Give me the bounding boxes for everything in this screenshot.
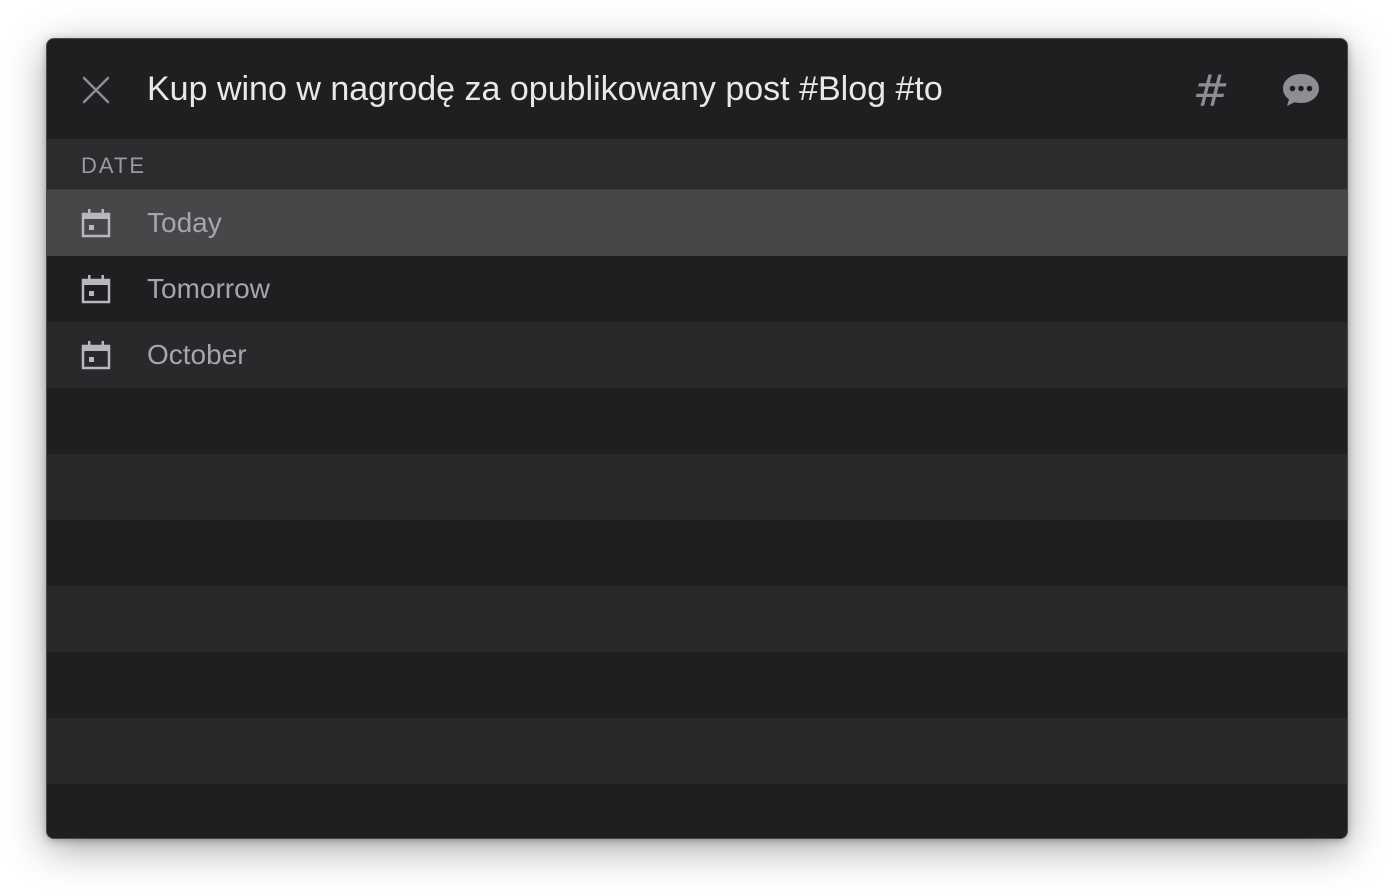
date-option-today[interactable]: Today [47,190,1347,256]
empty-row [47,388,1347,454]
task-header: # [47,39,1347,139]
calendar-icon [81,209,111,238]
quick-add-window: # DATE Today [46,38,1348,839]
close-button[interactable] [75,69,117,111]
empty-row [47,784,1347,838]
date-option-label: Tomorrow [147,273,270,304]
close-icon [82,76,110,104]
date-option-tomorrow[interactable]: Tomorrow [47,256,1347,322]
comment-button[interactable] [1277,69,1325,111]
task-input[interactable] [147,65,1147,113]
empty-row [47,520,1347,586]
calendar-icon [81,341,111,370]
date-option-label: Today [147,207,222,238]
empty-row [47,586,1347,652]
date-section-header: DATE [47,139,1347,190]
date-option-label: October [147,339,247,370]
empty-row [47,652,1347,718]
comment-bubble-icon [1283,74,1319,106]
hash-icon: # [1192,65,1230,117]
section-label: DATE [81,153,147,178]
tag-button[interactable]: # [1187,65,1235,117]
empty-row [47,718,1347,784]
calendar-icon [81,275,111,304]
date-option-october[interactable]: October [47,322,1347,388]
empty-row [47,454,1347,520]
